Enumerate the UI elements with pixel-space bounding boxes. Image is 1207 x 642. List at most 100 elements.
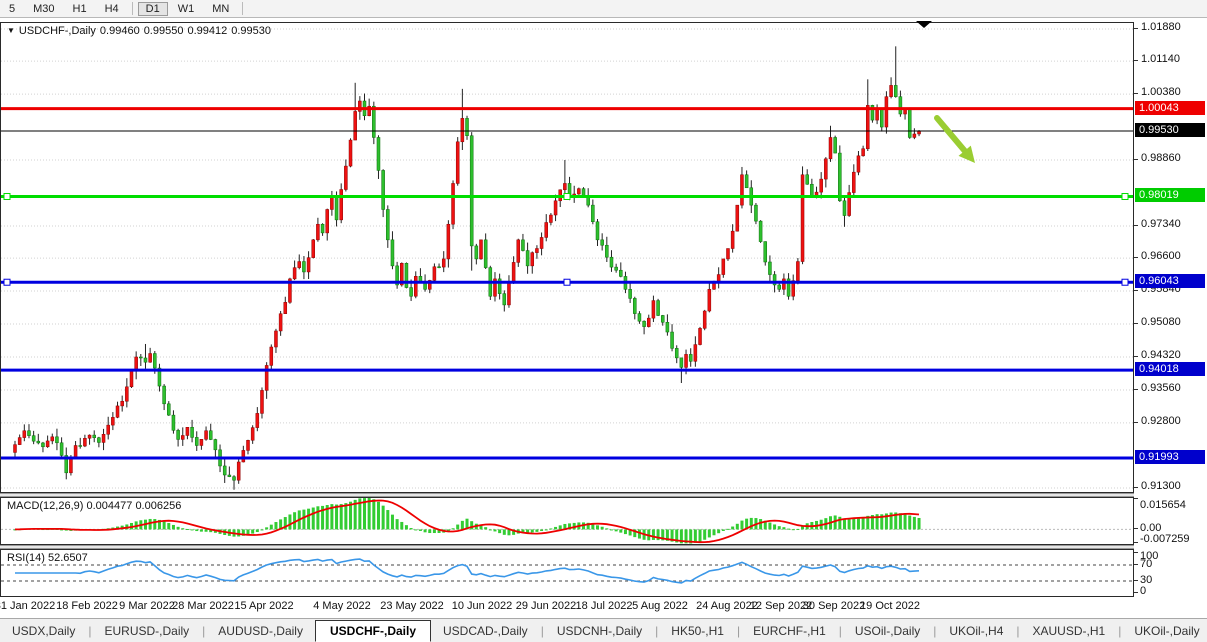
- price-tick-label: 0.97340: [1141, 218, 1181, 230]
- price-badge-0.96043: 0.96043: [1135, 274, 1205, 288]
- ohlc-low: 0.99412: [187, 25, 227, 37]
- price-tick-label: 1.01880: [1141, 21, 1181, 33]
- price-tick-mark: [1134, 323, 1138, 324]
- chart-tab-ukoil-h4[interactable]: UKOil-,H4: [937, 621, 1015, 641]
- chart-tab-hk50-h1[interactable]: HK50-,H1: [659, 621, 736, 641]
- line-handle[interactable]: [564, 193, 570, 199]
- candlestick-chart[interactable]: [1, 23, 1133, 492]
- line-handle[interactable]: [564, 279, 570, 285]
- rsi-tick-mark: [1134, 580, 1138, 581]
- rsi-tick-mark: [1134, 552, 1138, 553]
- price-tick-mark: [1134, 290, 1138, 291]
- line-handle[interactable]: [1122, 193, 1128, 199]
- macd-axis-label: -0.007259: [1140, 533, 1190, 545]
- price-badge-0.94018: 0.94018: [1135, 362, 1205, 376]
- latest-bar-marker-icon: [916, 21, 932, 28]
- line-handle[interactable]: [4, 193, 10, 199]
- date-label: 9 Mar 2022: [119, 600, 175, 612]
- price-tick-mark: [1134, 28, 1138, 29]
- chart-tab-bar: USDX,Daily|EURUSD-,Daily|AUDUSD-,DailyUS…: [0, 618, 1207, 642]
- price-tick-label: 0.92800: [1141, 415, 1181, 427]
- timeframe-button-D1[interactable]: D1: [138, 2, 168, 16]
- date-label: 30 Sep 2022: [803, 600, 865, 612]
- chart-tab-xauusd-h1[interactable]: XAUUSD-,H1: [1021, 621, 1118, 641]
- price-tick-label: 0.93560: [1141, 382, 1181, 394]
- timeframe-button-5[interactable]: 5: [1, 2, 23, 16]
- price-badge-0.91993: 0.91993: [1135, 450, 1205, 464]
- price-badge-0.98019: 0.98019: [1135, 188, 1205, 202]
- collapse-triangle-icon[interactable]: ▼: [7, 26, 15, 35]
- chart-tab-eurusd-daily[interactable]: EURUSD-,Daily: [92, 621, 201, 641]
- timeframe-button-H1[interactable]: H1: [65, 2, 95, 16]
- chart-tab-usdchf-daily[interactable]: USDCHF-,Daily: [315, 620, 431, 642]
- chart-tab-audusd-daily[interactable]: AUDUSD-,Daily: [206, 621, 315, 641]
- ohlc-high: 0.99550: [144, 25, 184, 37]
- line-handle[interactable]: [4, 279, 10, 285]
- price-tick-mark: [1134, 225, 1138, 226]
- rsi-value: 52.6507: [48, 552, 88, 564]
- macd-label: MACD(12,26,9) 0.004477 0.006256: [7, 500, 181, 512]
- date-label: 23 May 2022: [380, 600, 444, 612]
- macd-tick-mark: [1134, 542, 1138, 543]
- price-badge-1.00043: 1.00043: [1135, 101, 1205, 115]
- rsi-axis-label: 70: [1140, 558, 1152, 570]
- chart-tab-usoil-daily[interactable]: USOil-,Daily: [843, 621, 932, 641]
- gridlines: [1, 29, 1133, 488]
- price-tick-mark: [1134, 422, 1138, 423]
- symbol-timeframe-label: USDCHF-,Daily: [19, 25, 96, 37]
- macd-axis-label: 0.015654: [1140, 499, 1186, 511]
- macd-signal-value: 0.006256: [135, 500, 181, 512]
- rsi-axis-label: 0: [1140, 585, 1146, 597]
- price-axis[interactable]: 1.018801.011401.003800.988600.973400.966…: [1134, 22, 1207, 597]
- rsi-tick-mark: [1134, 564, 1138, 565]
- timeframe-button-MN[interactable]: MN: [204, 2, 237, 16]
- chart-title: ▼ USDCHF-,Daily 0.99460 0.995500.99412 0.995…: [7, 25, 275, 37]
- rsi-tick-mark: [1134, 592, 1138, 593]
- price-tick-label: 0.96600: [1141, 250, 1181, 262]
- timeframe-button-H4[interactable]: H4: [97, 2, 127, 16]
- chart-tab-usdcad-daily[interactable]: USDCAD-,Daily: [431, 621, 540, 641]
- date-label: 15 Apr 2022: [234, 600, 293, 612]
- rsi-line: [15, 559, 919, 583]
- candle-wicks: [15, 46, 919, 489]
- chart-tab-usdcnh-daily[interactable]: USDCNH-,Daily: [545, 621, 654, 641]
- date-label: 5 Aug 2022: [632, 600, 688, 612]
- price-chart-panel[interactable]: ▼ USDCHF-,Daily 0.99460 0.995500.99412 0.995…: [0, 22, 1134, 493]
- horizontal-levels[interactable]: [1, 109, 1133, 458]
- date-label: 24 Aug 2022: [696, 600, 758, 612]
- timeframe-toolbar: 5M30H1H4 D1W1MN: [0, 0, 1207, 18]
- rsi-chart: [1, 550, 1133, 596]
- date-label: 31 Jan 2022: [0, 600, 55, 612]
- price-tick-label: 0.95080: [1141, 316, 1181, 328]
- date-label: 4 May 2022: [313, 600, 370, 612]
- price-tick-label: 0.94320: [1141, 349, 1181, 361]
- price-tick-mark: [1134, 389, 1138, 390]
- ohlc-open: 0.99460: [100, 25, 140, 37]
- price-tick-mark: [1134, 93, 1138, 94]
- price-tick-label: 1.01140: [1141, 53, 1180, 65]
- timeframe-button-W1[interactable]: W1: [170, 2, 203, 16]
- macd-panel[interactable]: MACD(12,26,9) 0.004477 0.006256: [0, 497, 1134, 545]
- price-tick-mark: [1134, 356, 1138, 357]
- price-tick-label: 1.00380: [1141, 86, 1181, 98]
- time-axis[interactable]: 31 Jan 202218 Feb 20229 Mar 202228 Mar 2…: [0, 597, 1134, 617]
- macd-tick-mark: [1134, 498, 1138, 499]
- timeframe-button-M30[interactable]: M30: [25, 2, 62, 16]
- date-label: 10 Jun 2022: [452, 600, 513, 612]
- sell-arrow-icon[interactable]: [937, 118, 975, 163]
- chart-tab-ukoil-daily[interactable]: UKOil-,Daily: [1122, 621, 1207, 641]
- macd-tick-mark: [1134, 528, 1138, 529]
- line-handle[interactable]: [1122, 279, 1128, 285]
- macd-main-value: 0.004477: [86, 500, 132, 512]
- ohlc-close: 0.99530: [231, 25, 271, 37]
- price-tick-mark: [1134, 257, 1138, 258]
- date-label: 19 Oct 2022: [860, 600, 920, 612]
- date-label: 18 Feb 2022: [56, 600, 118, 612]
- price-badge-0.99530: 0.99530: [1135, 123, 1205, 137]
- date-label: 29 Jun 2022: [516, 600, 577, 612]
- rsi-panel[interactable]: RSI(14) 52.6507: [0, 549, 1134, 597]
- price-tick-mark: [1134, 159, 1138, 160]
- chart-tab-eurchf-h1[interactable]: EURCHF-,H1: [741, 621, 838, 641]
- price-tick-mark: [1134, 487, 1138, 488]
- chart-tab-usdx-daily[interactable]: USDX,Daily: [0, 621, 87, 641]
